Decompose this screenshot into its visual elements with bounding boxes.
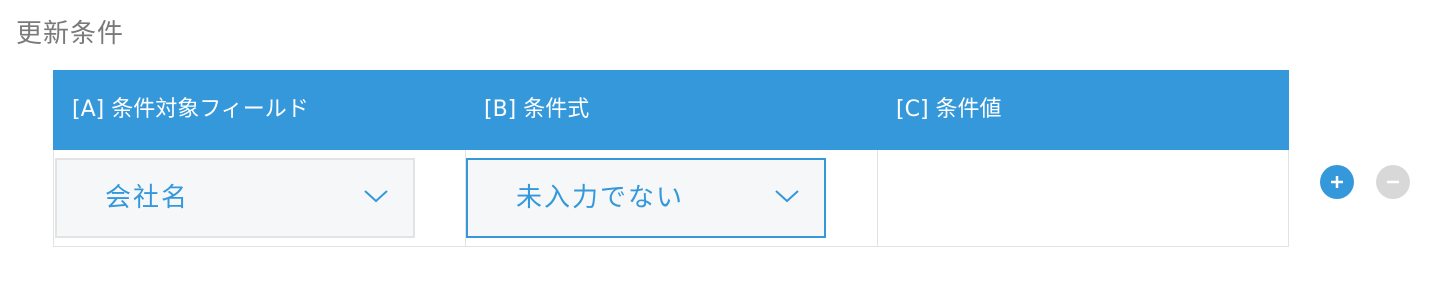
field-select-value: 会社名 [105,183,190,213]
remove-condition-button[interactable] [1376,165,1410,199]
minus-icon [1387,180,1399,184]
field-select[interactable]: 会社名 [55,158,415,238]
condition-table-header: [A] 条件対象フィールド [B] 条件式 [C] 条件値 [53,70,1289,150]
condition-row: 会社名 未入力でない [54,150,1288,246]
section-title: 更新条件 [16,19,125,49]
column-header-operator: [B] 条件式 [484,97,590,122]
operator-select[interactable]: 未入力でない [466,158,826,238]
column-header-field: [A] 条件対象フィールド [72,97,309,122]
condition-table: [A] 条件対象フィールド [B] 条件式 [C] 条件値 会社名 未入力でない [53,70,1289,247]
add-condition-button[interactable] [1320,165,1354,199]
chevron-down-icon [775,190,799,203]
chevron-down-icon [364,190,388,203]
operator-select-value: 未入力でない [516,183,685,213]
plus-icon [1331,176,1343,188]
condition-value-cell[interactable] [878,150,1288,246]
column-header-value: [C] 条件値 [896,97,1002,122]
